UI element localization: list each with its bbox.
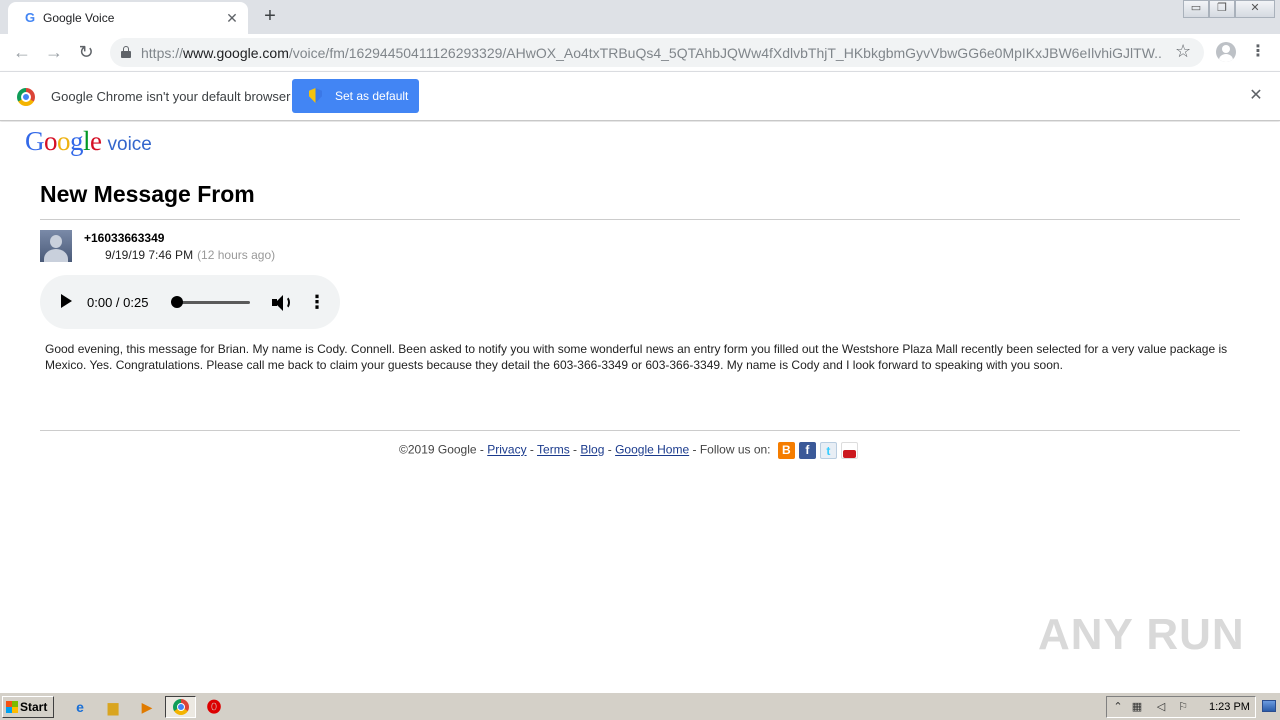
network-icon[interactable]: ▦ [1129,700,1145,714]
back-button[interactable]: ← [10,40,34,64]
set-as-default-button[interactable]: Set as default [292,79,419,113]
url-text[interactable]: https://www.google.com/voice/fm/16294450… [141,45,1161,61]
facebook-icon[interactable]: f [798,442,816,459]
tab-strip: G Google Voice ✕ + ▭ ❐ ✕ [0,0,1280,34]
tab-google-voice[interactable]: G Google Voice ✕ [8,2,248,34]
audio-time: 0:00 / 0:25 [87,295,149,310]
relative-time: (12 hours ago) [197,248,276,262]
audio-player: 0:00 / 0:25 ⋮ [40,275,340,329]
chrome-logo-icon [17,88,35,106]
tray-expand-icon[interactable]: ⌃ [1110,700,1126,714]
divider [40,430,1240,431]
caller-number: +16033663349 [84,231,165,245]
start-button[interactable]: Start [2,696,54,718]
action-center-flag-icon[interactable]: ⚐ [1175,700,1191,714]
google-favicon-icon: G [24,10,36,25]
infobar-message: Google Chrome isn't your default browser [51,89,291,104]
copyright: ©2019 Google [399,442,477,457]
play-icon[interactable] [61,294,72,308]
taskbar-clock[interactable]: 1:23 PM [1209,701,1250,713]
terms-link[interactable]: Terms [537,443,570,457]
restore-button[interactable]: ❐ [1209,0,1235,18]
star-icon[interactable]: ☆ [1175,41,1191,62]
privacy-link[interactable]: Privacy [487,443,526,457]
default-browser-infobar: Google Chrome isn't your default browser… [0,71,1280,121]
media-player-icon[interactable]: ▶ [138,698,156,716]
anyrun-watermark: ANY RUN [1038,610,1245,659]
footer: ©2019 Google - Privacy - Terms - Blog - … [399,442,858,459]
message-datetime: 9/19/19 7:46 PM (12 hours ago) [105,248,276,262]
chrome-menu-icon[interactable]: ⋮ [1250,41,1266,63]
speaker-icon[interactable]: ◁ [1153,700,1169,714]
set-as-default-label: Set as default [335,89,409,103]
page-content: Google voice New Message From +1603366334… [0,122,1280,692]
windows-taskbar: Start e ▆ ▶ ⓿ ⌃ ▦ ◁ ⚐ 1:23 PM [0,692,1280,720]
chrome-logo-icon [173,699,189,715]
page-title: New Message From [40,181,255,207]
address-bar[interactable]: https://www.google.com/voice/fm/16294450… [110,38,1204,67]
youtube-icon[interactable] [840,442,858,459]
system-tray: ⌃ ▦ ◁ ⚐ 1:23 PM [1106,696,1256,718]
profile-icon[interactable] [1216,42,1236,62]
browser-toolbar: ← → ↻ https://www.google.com/voice/fm/16… [0,34,1280,71]
divider [40,219,1240,220]
audio-seek-bar[interactable] [173,301,250,304]
stop-sign-icon[interactable]: ⓿ [205,698,223,716]
windows-flag-icon [6,701,18,713]
minimize-button[interactable]: ▭ [1183,0,1209,18]
avatar-icon [40,230,72,262]
volume-icon[interactable] [272,294,292,312]
new-tab-button[interactable]: + [259,5,281,27]
audio-seek-thumb[interactable] [171,296,183,308]
google-voice-logo[interactable]: Google voice [25,126,152,157]
google-home-link[interactable]: Google Home [615,443,689,457]
infobar-close-icon[interactable]: ✕ [1247,86,1265,106]
message-transcript: Good evening, this message for Brian. My… [45,342,1228,372]
lock-icon[interactable] [121,46,131,58]
close-window-button[interactable]: ✕ [1235,0,1275,18]
explorer-folder-icon[interactable]: ▆ [104,698,122,716]
tab-close-icon[interactable]: ✕ [224,9,240,27]
shield-icon [309,88,322,103]
twitter-icon[interactable]: t [819,442,837,459]
follow-label: Follow us on: [699,442,771,457]
tab-title: Google Voice [43,11,115,25]
internet-explorer-icon[interactable]: e [71,698,89,716]
forward-button[interactable]: → [42,40,66,64]
blog-link[interactable]: Blog [580,443,604,457]
blogger-icon[interactable]: B [777,442,795,459]
show-desktop-button[interactable] [1262,700,1276,712]
reload-button[interactable]: ↻ [74,40,98,64]
taskbar-chrome-button[interactable] [165,696,196,718]
audio-more-options-icon[interactable]: ⋮ [308,290,326,314]
